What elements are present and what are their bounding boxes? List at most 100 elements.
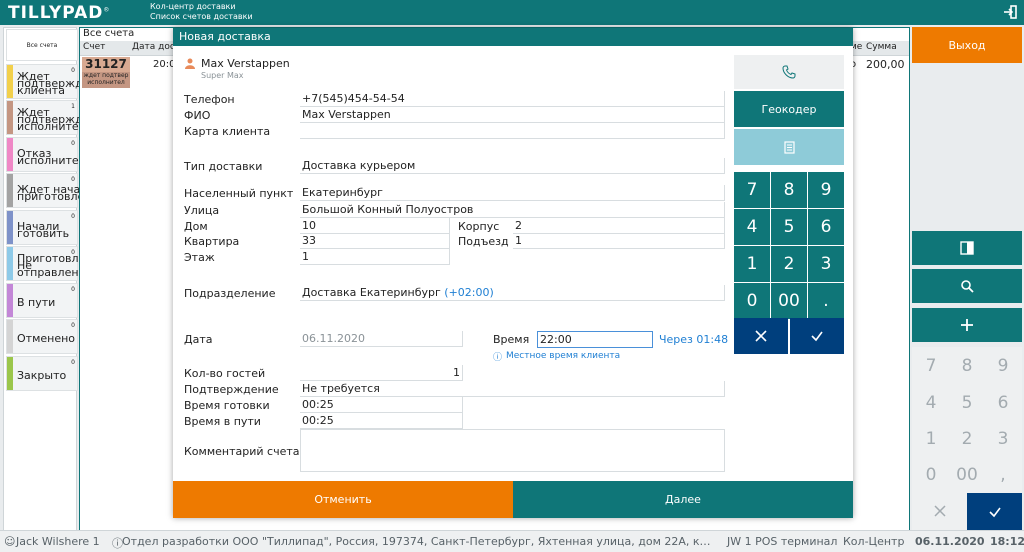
status-filter-waiting-client[interactable]: 0 Ждет подтверждения клиента — [6, 64, 110, 99]
status-filter-waiting-executor[interactable]: 1 Ждет подтверждения исполнителя — [6, 100, 110, 135]
logout-icon[interactable] — [1002, 4, 1018, 20]
column-sum: Сумма — [866, 42, 897, 52]
entrance-label: Подъезд — [458, 235, 509, 248]
key-00[interactable]: 00 — [771, 283, 807, 319]
key-8[interactable]: 8 — [771, 172, 807, 208]
side-key-0[interactable]: 0 — [913, 457, 949, 493]
side-clear-button[interactable] — [913, 493, 967, 529]
search-button[interactable] — [912, 269, 1022, 303]
card-field[interactable] — [300, 123, 725, 139]
phone-field[interactable]: +7(545)454-54-54 — [300, 91, 725, 107]
side-key-comma[interactable]: , — [985, 457, 1021, 493]
key-4[interactable]: 4 — [734, 209, 770, 245]
side-key-3[interactable]: 3 — [985, 421, 1021, 457]
client-level: Super Max — [201, 71, 244, 80]
add-order-button[interactable] — [912, 308, 1022, 342]
status-filter-cancelled[interactable]: 0 Отменено — [6, 319, 78, 354]
apartment-field[interactable]: 33 — [300, 233, 450, 249]
floor-label: Этаж — [184, 251, 215, 264]
delivery-type-select[interactable]: Доставка курьером — [300, 158, 725, 174]
time-field[interactable]: 22:00 — [537, 331, 653, 348]
guests-field[interactable]: 1 — [300, 365, 463, 381]
city-field[interactable]: Екатеринбург — [300, 185, 725, 201]
cancel-button[interactable]: Отменить — [173, 481, 513, 518]
house-label: Дом — [184, 220, 208, 233]
key-1[interactable]: 1 — [734, 246, 770, 282]
workplace: Кол-Центр — [843, 535, 905, 548]
fio-field[interactable]: Max Verstappen — [300, 107, 725, 123]
apartment-label: Квартира — [184, 235, 240, 248]
status-filter-cooked[interactable]: 0 Приготовлено. Не отправлено — [6, 246, 103, 281]
current-user: Jack Wilshere 1 — [16, 535, 100, 548]
entrance-field[interactable]: 1 — [513, 233, 725, 249]
guests-label: Кол-во гостей — [184, 367, 266, 380]
side-key-00[interactable]: 00 — [949, 457, 985, 493]
confirmation-label: Подтверждение — [184, 383, 279, 396]
side-key-1[interactable]: 1 — [913, 421, 949, 457]
side-key-6[interactable]: 6 — [985, 385, 1021, 421]
local-time-note: Местное время клиента — [506, 351, 621, 361]
travel-time-label: Время в пути — [184, 415, 261, 428]
building-field[interactable]: 2 — [513, 218, 725, 234]
status-label: Закрыто — [17, 369, 67, 382]
date-field[interactable]: 06.11.2020 — [300, 331, 463, 347]
columns-toggle-button[interactable] — [912, 231, 1022, 265]
status-filter-executor-refused[interactable]: 0 Отказ исполнителя — [6, 137, 92, 172]
status-filter-on-the-way[interactable]: 0 В пути — [6, 283, 78, 318]
columns-icon — [960, 241, 974, 255]
status-label: Начали готовить — [17, 219, 70, 240]
key-dot[interactable]: . — [808, 283, 844, 319]
travel-time-field[interactable]: 00:25 — [300, 413, 463, 429]
key-0[interactable]: 0 — [734, 283, 770, 319]
comment-field[interactable] — [300, 429, 725, 472]
key-5[interactable]: 5 — [771, 209, 807, 245]
confirmation-select[interactable]: Не требуется — [300, 381, 725, 397]
status-filter-waiting-cooking[interactable]: 0 Ждет начала приготовления — [6, 173, 105, 208]
side-key-9[interactable]: 9 — [985, 348, 1021, 384]
client-name: Max Verstappen — [201, 57, 290, 70]
exit-button[interactable]: Выход — [912, 27, 1022, 63]
side-key-4[interactable]: 4 — [913, 385, 949, 421]
key-6[interactable]: 6 — [808, 209, 844, 245]
client-icon — [185, 58, 195, 69]
keypad-confirm-button[interactable] — [790, 318, 844, 354]
table-row[interactable]: 31127 ждет подтвер исполнител — [82, 57, 130, 88]
app-logo: TILLYPAD® — [8, 3, 111, 23]
table-title: Все счета — [83, 28, 135, 39]
status-filter-cooking[interactable]: 0 Начали готовить — [6, 210, 78, 245]
user-icon: ☺ — [4, 535, 16, 548]
ready-time-field[interactable]: 00:25 — [300, 397, 463, 413]
status-filter-all[interactable]: Все счета — [6, 29, 78, 61]
status-filter-panel: Все счета 0 Ждет подтверждения клиента 1Ж… — [3, 27, 110, 535]
division-value: Доставка Екатеринбург — [302, 286, 441, 299]
floor-field[interactable]: 1 — [300, 249, 450, 265]
status-bar: ☺ Jack Wilshere 1 ⓘ Отдел разработки ООО… — [0, 530, 1024, 552]
status-filter-closed[interactable]: 0 Закрыто — [6, 356, 78, 391]
side-confirm-button[interactable] — [967, 493, 1022, 530]
delivery-type-label: Тип доставки — [184, 160, 263, 173]
comment-label: Комментарий счета — [184, 445, 300, 458]
key-7[interactable]: 7 — [734, 172, 770, 208]
time-label: Время — [493, 333, 530, 346]
building-label: Корпус — [458, 220, 500, 233]
call-button[interactable] — [734, 55, 844, 89]
app-title: Кол-центр доставки — [150, 2, 236, 11]
notes-button[interactable] — [734, 129, 844, 165]
order-number: 31127 — [82, 57, 130, 72]
side-key-8[interactable]: 8 — [949, 348, 985, 384]
status-count: 0 — [71, 286, 75, 293]
keypad-clear-button[interactable] — [734, 318, 788, 354]
house-field[interactable]: 10 — [300, 218, 450, 234]
geocoder-button[interactable]: Геокодер — [734, 91, 844, 127]
key-2[interactable]: 2 — [771, 246, 807, 282]
top-bar: TILLYPAD® Кол-центр доставки Список счет… — [0, 0, 1024, 25]
side-key-2[interactable]: 2 — [949, 421, 985, 457]
new-delivery-dialog: Новая доставка Max Verstappen Super Max … — [173, 28, 853, 518]
side-key-5[interactable]: 5 — [949, 385, 985, 421]
division-select[interactable]: Доставка Екатеринбург (+02:00) — [300, 285, 725, 301]
key-3[interactable]: 3 — [808, 246, 844, 282]
street-field[interactable]: Большой Конный Полуостров — [300, 202, 725, 218]
side-key-7[interactable]: 7 — [913, 348, 949, 384]
key-9[interactable]: 9 — [808, 172, 844, 208]
next-button[interactable]: Далее — [513, 481, 853, 518]
